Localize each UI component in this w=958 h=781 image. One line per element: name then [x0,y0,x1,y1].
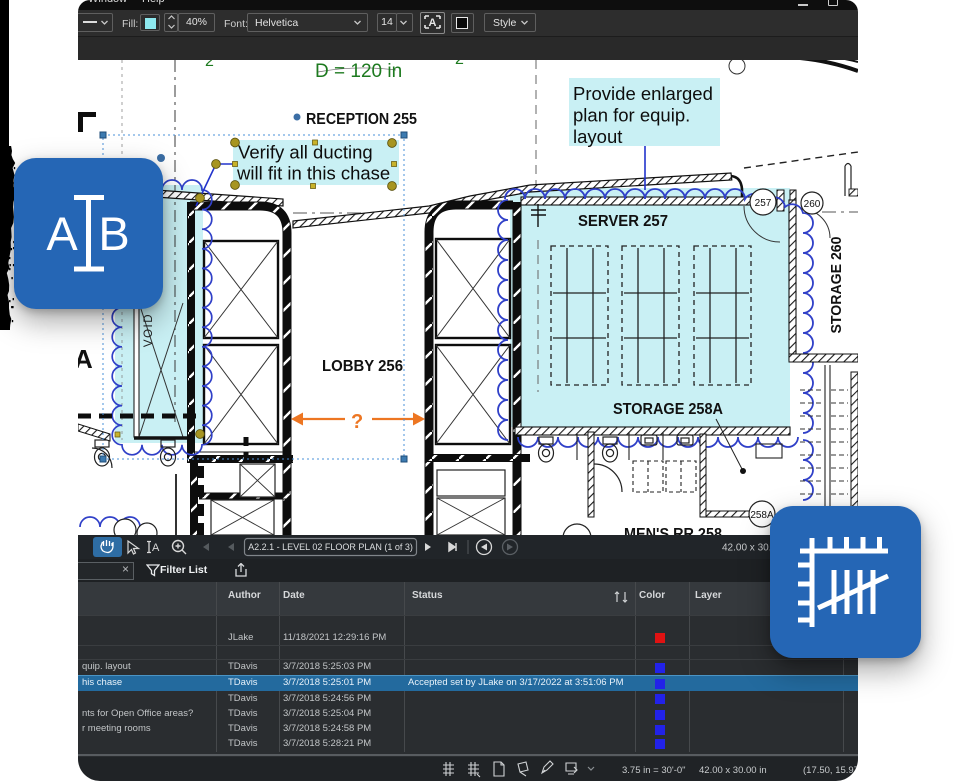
svg-text:A: A [429,17,437,29]
svg-text:3.75 in = 30'-0": 3.75 in = 30'-0" [622,765,686,776]
svg-text:layout: layout [573,126,622,147]
svg-text:?: ? [351,411,363,433]
svg-text:VOID: VOID [143,313,155,347]
svg-text:260: 260 [804,199,821,210]
svg-text:A2.2.1 - LEVEL 02 FLOOR PLAN (: A2.2.1 - LEVEL 02 FLOOR PLAN (1 of 3) [248,542,413,552]
svg-text:2: 2 [205,60,214,70]
svg-text:STORAGE 258A: STORAGE 258A [613,401,723,418]
svg-text:42.00 x 30.00 in: 42.00 x 30.00 in [699,765,767,776]
svg-text:257: 257 [755,198,772,209]
svg-text:D = 120 in: D = 120 in [315,61,402,82]
svg-text:Provide enlarged: Provide enlarged [573,83,713,104]
svg-text:plan for equip.: plan for equip. [573,105,690,126]
svg-text:A: A [78,344,93,374]
svg-text:(17.50, 15.97): (17.50, 15.97) [803,765,858,776]
svg-text:SERVER 257: SERVER 257 [578,213,668,230]
svg-text:STORAGE 260: STORAGE 260 [828,237,845,334]
svg-text:will fit in this chase: will fit in this chase [236,163,390,184]
svg-text:MEN'S RR 258: MEN'S RR 258 [624,526,722,535]
svg-text:RECEPTION 255: RECEPTION 255 [306,111,417,128]
svg-text:A: A [46,207,78,260]
svg-text:LOBBY 256: LOBBY 256 [322,358,403,375]
svg-text:A: A [152,542,160,554]
svg-text:2: 2 [455,60,464,68]
svg-text:Verify all ducting: Verify all ducting [238,142,373,163]
svg-text:B: B [98,207,129,260]
